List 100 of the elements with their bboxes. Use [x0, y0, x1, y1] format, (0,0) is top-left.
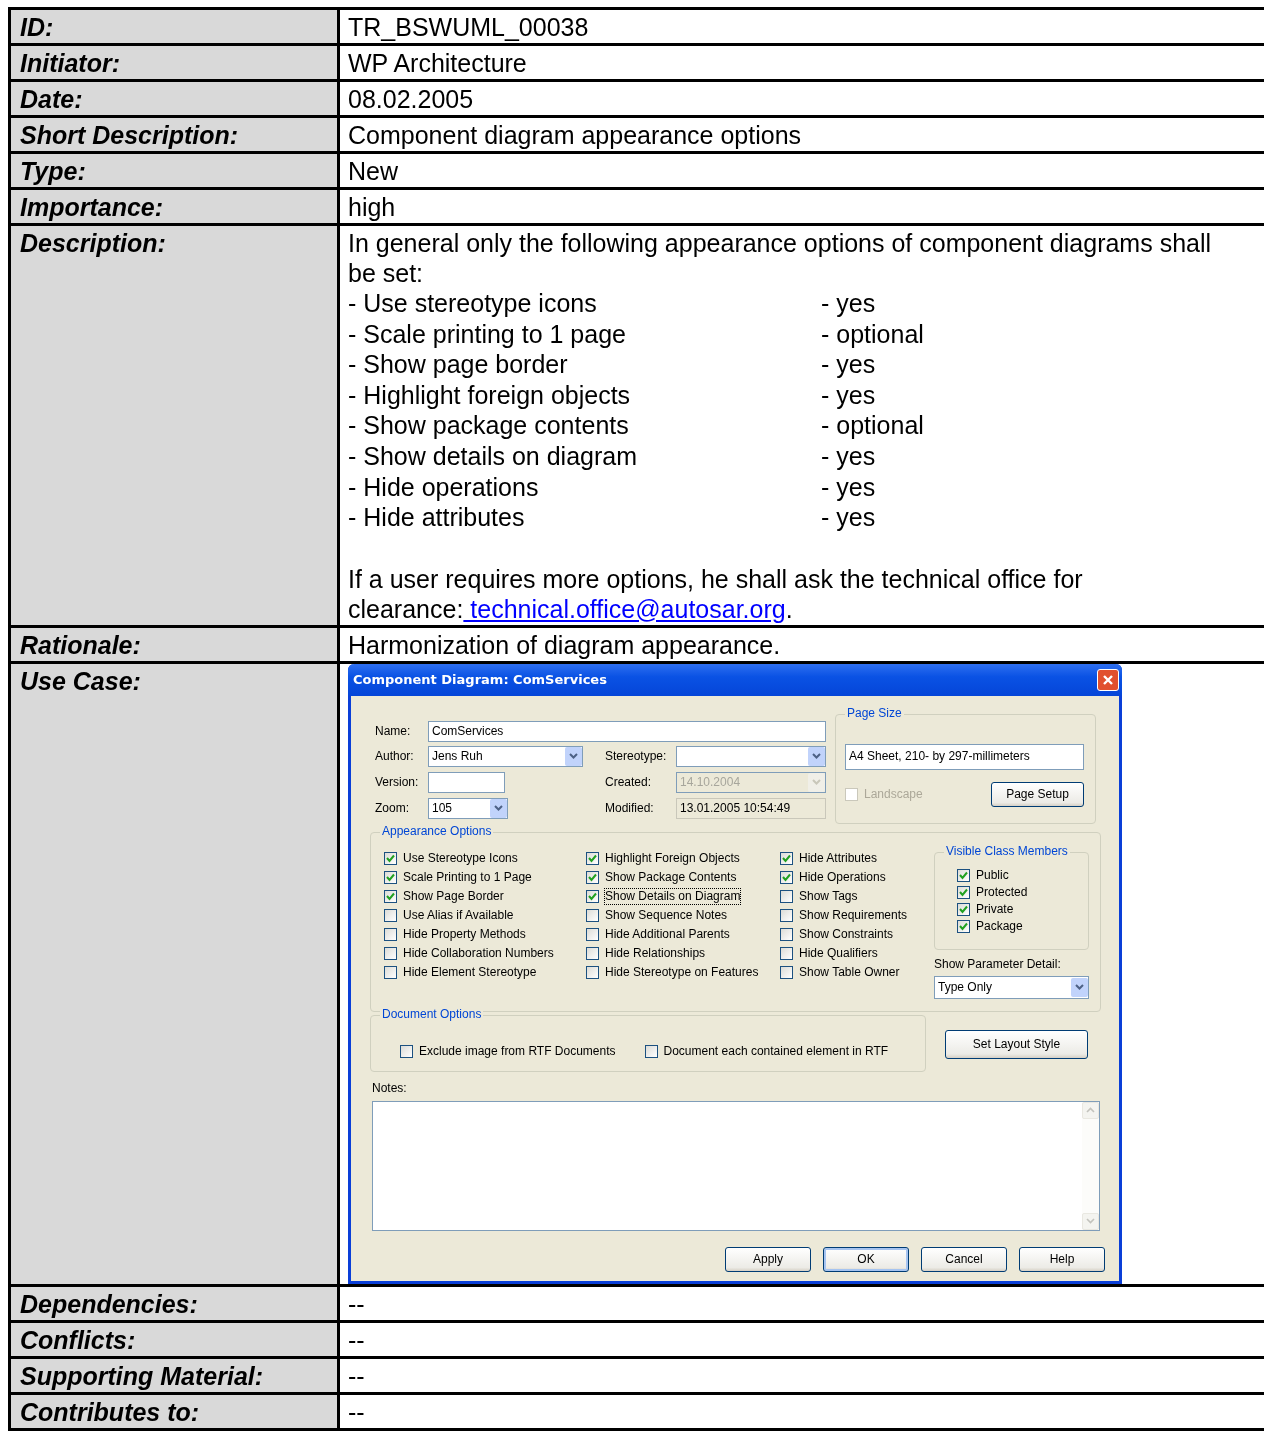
input-field[interactable]: ComServices [428, 721, 826, 743]
checkbox-label: Document each contained element in RTF [662, 1042, 890, 1060]
close-icon [1102, 673, 1114, 686]
checkbox[interactable] [780, 870, 793, 884]
field-label: Show Parameter Detail: [934, 956, 1062, 972]
checkbox-label: Hide Attributes [798, 849, 879, 867]
checkbox[interactable] [384, 870, 397, 884]
checkbox[interactable] [586, 908, 599, 922]
checkbox[interactable] [586, 927, 599, 941]
cell-text: -- [348, 1397, 365, 1426]
button[interactable]: OK [823, 1246, 909, 1272]
paragraph: In general only the following appearance options of component diagrams shall be set: [348, 228, 1213, 288]
group-title: Appearance Options [380, 823, 494, 839]
checkbox-label: Hide Qualifiers [798, 944, 879, 962]
notes-field[interactable] [372, 1100, 1100, 1231]
scrollbar[interactable] [1082, 1101, 1099, 1230]
dropdown-field[interactable]: 105 [428, 797, 508, 819]
option-name: - Show details on diagram [348, 440, 639, 472]
checkbox-label: Highlight Foreign Objects [604, 849, 741, 867]
option-value: - yes [821, 349, 877, 380]
row-label: Description: [8, 226, 340, 628]
email-link[interactable]: technical.office@autosar.org [463, 594, 786, 623]
input-field[interactable] [428, 771, 505, 793]
group-title: Page Size [845, 705, 904, 721]
checkbox[interactable] [957, 885, 970, 899]
checkbox-label: Hide Stereotype on Features [604, 963, 760, 981]
chevron-down-icon [812, 753, 821, 760]
checkbox[interactable] [780, 851, 793, 865]
checkbox[interactable] [780, 908, 793, 922]
checkbox-label: Protected [975, 883, 1029, 901]
checkbox-label: Use Stereotype Icons [402, 849, 519, 867]
checkbox-label: Show Page Border [402, 887, 505, 905]
dropdown-field[interactable]: Type Only [934, 975, 1089, 999]
checkbox[interactable] [384, 927, 397, 941]
chevron-down-icon [494, 805, 503, 812]
checkbox[interactable] [780, 927, 793, 941]
row-label: Type: [8, 154, 340, 190]
checkbox[interactable] [384, 889, 397, 903]
row-label: Initiator: [8, 46, 340, 82]
close-button[interactable] [1097, 668, 1119, 691]
cell-text: New [348, 157, 398, 185]
field-label: Zoom: [375, 800, 410, 816]
checkbox[interactable] [586, 946, 599, 960]
row-label: Date: [8, 82, 340, 118]
button[interactable]: Set Layout Style [945, 1029, 1088, 1059]
checkbox[interactable] [586, 870, 599, 884]
field-label: Stereotype: [605, 748, 668, 764]
checkbox[interactable] [384, 965, 397, 979]
cell-text: Component diagram appearance options [348, 121, 802, 149]
option-name: - Hide attributes [348, 502, 526, 533]
checkbox[interactable] [586, 965, 599, 979]
cell-text: -- [348, 1361, 365, 1390]
field-label: Author: [375, 748, 415, 764]
cell-text: -- [348, 1325, 365, 1354]
checkbox[interactable] [644, 1044, 658, 1058]
option-name: - Highlight foreign objects [348, 379, 632, 411]
row-label: Conflicts: [8, 1322, 340, 1359]
checkbox[interactable] [957, 902, 970, 916]
checkbox[interactable] [957, 868, 970, 882]
cell-text: -- [348, 1289, 365, 1318]
chevron-down-icon [812, 779, 821, 786]
row-label: Rationale: [8, 627, 340, 664]
button[interactable]: Help [1019, 1246, 1105, 1272]
checkbox[interactable] [384, 851, 397, 865]
cell-text: TR_BSWUML_00038 [348, 13, 589, 41]
cell-text: Harmonization of diagram appearance. [348, 630, 781, 659]
scroll-down-icon [1086, 1218, 1095, 1225]
button[interactable]: Apply [725, 1246, 811, 1272]
checkbox-label: Show Sequence Notes [604, 906, 729, 924]
checkbox[interactable] [957, 919, 970, 933]
option-value: - yes [821, 502, 877, 533]
cell-text: WP Architecture [348, 49, 527, 77]
checkbox-label: Hide Operations [798, 868, 887, 886]
option-value: - yes [821, 288, 877, 319]
cell-text: 08.02.2005 [348, 85, 474, 113]
checkbox-label: Show Requirements [798, 906, 909, 924]
button[interactable]: Page Setup [991, 781, 1084, 807]
checkbox[interactable] [780, 965, 793, 979]
checkbox-label: Hide Collaboration Numbers [402, 944, 555, 962]
checkbox[interactable] [586, 851, 599, 865]
checkbox[interactable] [384, 908, 397, 922]
checkbox[interactable] [400, 1044, 413, 1058]
dropdown-field[interactable]: Jens Ruh [428, 745, 583, 767]
option-value: - optional [821, 410, 925, 441]
row-label: Dependencies: [8, 1286, 340, 1323]
checkbox[interactable] [384, 946, 397, 960]
checkbox-label: Hide Additional Parents [604, 925, 731, 943]
checkbox-label: Private [975, 900, 1015, 918]
checkbox[interactable] [586, 889, 599, 903]
option-value: - yes [821, 440, 877, 472]
checkbox-label: Hide Element Stereotype [402, 963, 538, 981]
checkbox[interactable] [780, 946, 793, 960]
row-label: ID: [8, 10, 340, 46]
option-name: - Show package contents [348, 410, 630, 441]
cell-text: high [348, 193, 396, 221]
button[interactable]: Cancel [921, 1246, 1007, 1272]
dropdown-field[interactable] [676, 745, 826, 767]
row-label: Contributes to: [8, 1394, 340, 1431]
input-field[interactable]: A4 Sheet, 210- by 297-millimeters [845, 743, 1084, 770]
checkbox[interactable] [780, 889, 793, 903]
